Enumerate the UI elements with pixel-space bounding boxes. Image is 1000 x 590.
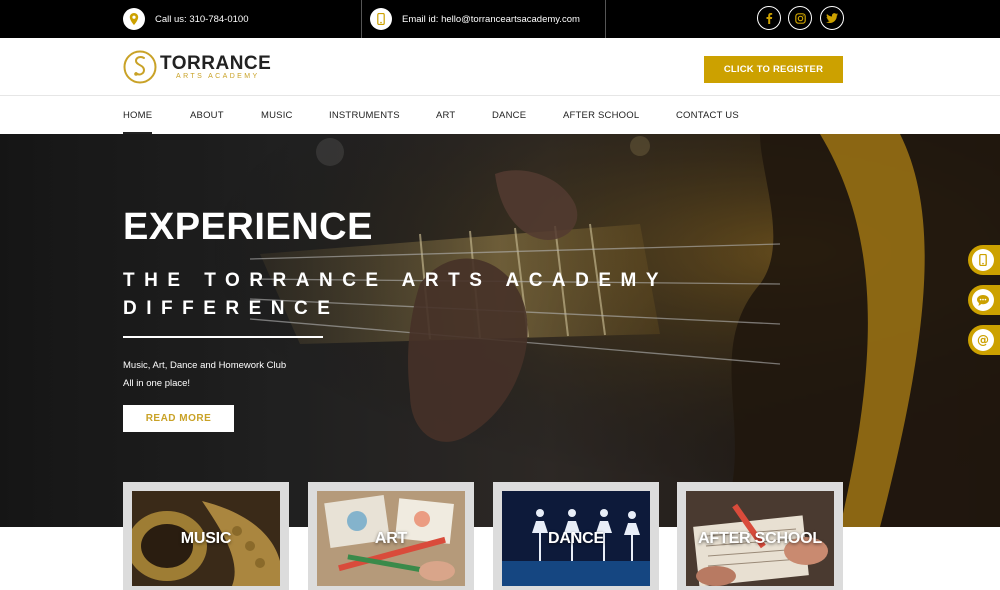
email-text: Email id: hello@torranceartsacademy.com bbox=[402, 13, 580, 25]
hero-title: EXPERIENCE bbox=[123, 206, 373, 248]
mobile-icon bbox=[370, 8, 392, 30]
email-icon: @ bbox=[972, 329, 994, 351]
nav-item-music[interactable]: MUSIC bbox=[261, 97, 293, 134]
category-card-dance[interactable]: DANCE bbox=[493, 482, 659, 590]
nav-item-after-school[interactable]: AFTER SCHOOL bbox=[563, 97, 639, 134]
register-button[interactable]: CLICK TO REGISTER bbox=[704, 56, 843, 83]
location-pin-icon bbox=[123, 8, 145, 30]
nav-item-about[interactable]: ABOUT bbox=[190, 97, 224, 134]
main-nav: HOME ABOUT MUSIC INSTRUMENTS ART DANCE A… bbox=[0, 97, 1000, 134]
topbar-divider bbox=[361, 0, 362, 38]
card-label: DANCE bbox=[548, 529, 604, 547]
chat-icon bbox=[972, 289, 994, 311]
art-card-image: ART bbox=[317, 491, 465, 586]
top-bar: Call us: 310-784-0100 Email id: hello@to… bbox=[0, 0, 1000, 38]
card-label: ART bbox=[374, 529, 408, 547]
hero-description-line-2: All in one place! bbox=[123, 378, 191, 389]
guitar-background-image bbox=[0, 134, 1000, 527]
logo-name: TORRANCE bbox=[160, 52, 272, 74]
card-label: AFTER SCHOOL bbox=[698, 529, 822, 547]
phone-contact[interactable]: Call us: 310-784-0100 bbox=[123, 0, 248, 38]
site-header: TORRANCE ARTS ACADEMY CLICK TO REGISTER bbox=[0, 38, 1000, 96]
side-phone-button[interactable] bbox=[968, 245, 1000, 275]
nav-item-contact-us[interactable]: CONTACT US bbox=[676, 97, 739, 134]
category-card-after-school[interactable]: AFTER SCHOOL bbox=[677, 482, 843, 590]
logo-mark-icon bbox=[123, 50, 157, 84]
after-school-card-image: AFTER SCHOOL bbox=[686, 491, 834, 586]
read-more-button[interactable]: READ MORE bbox=[123, 405, 234, 432]
twitter-icon[interactable] bbox=[820, 6, 844, 30]
nav-item-dance[interactable]: DANCE bbox=[492, 97, 526, 134]
music-card-image: MUSIC bbox=[132, 491, 280, 586]
nav-item-art[interactable]: ART bbox=[436, 97, 455, 134]
hero-banner: EXPERIENCE THE TORRANCE ARTS ACADEMY DIF… bbox=[0, 134, 1000, 527]
dance-card-image: DANCE bbox=[502, 491, 650, 586]
hero-divider bbox=[123, 336, 323, 338]
phone-text: Call us: 310-784-0100 bbox=[155, 13, 249, 25]
site-logo[interactable]: TORRANCE ARTS ACADEMY bbox=[123, 49, 271, 85]
instagram-icon[interactable] bbox=[788, 6, 812, 30]
side-email-button[interactable]: @ bbox=[968, 325, 1000, 355]
category-card-art[interactable]: ART bbox=[308, 482, 474, 590]
side-chat-button[interactable] bbox=[968, 285, 1000, 315]
card-label: MUSIC bbox=[180, 529, 232, 547]
email-contact[interactable]: Email id: hello@torranceartsacademy.com bbox=[370, 0, 580, 38]
phone-icon bbox=[972, 249, 994, 271]
topbar-divider bbox=[605, 0, 606, 38]
nav-item-instruments[interactable]: INSTRUMENTS bbox=[329, 97, 400, 134]
logo-subtitle: ARTS ACADEMY bbox=[176, 72, 260, 80]
hero-subtitle: THE TORRANCE ARTS ACADEMY DIFFERENCE bbox=[123, 270, 668, 319]
nav-item-home[interactable]: HOME bbox=[123, 97, 153, 134]
hero-description-line-1: Music, Art, Dance and Homework Club bbox=[123, 360, 287, 371]
facebook-icon[interactable] bbox=[757, 6, 781, 30]
category-card-music[interactable]: MUSIC bbox=[123, 482, 289, 590]
